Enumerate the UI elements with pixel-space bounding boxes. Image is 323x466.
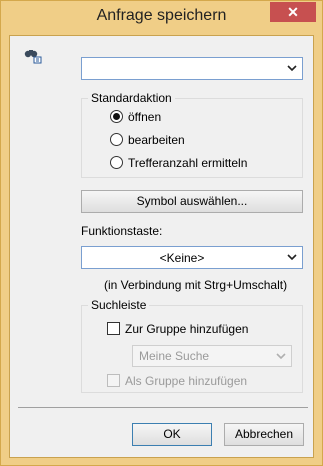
title-bar[interactable]: Anfrage speichern ✕ (1, 1, 322, 35)
function-key-combo[interactable]: <Keine> (81, 246, 303, 269)
chevron-down-icon (287, 254, 297, 261)
radio-oeffnen[interactable]: öffnen (110, 109, 290, 125)
dialog-window: Anfrage speichern ✕ Standardaktion öffne… (0, 0, 323, 466)
select-symbol-button[interactable]: Symbol auswählen... (81, 190, 303, 213)
standard-action-label: Standardaktion (88, 91, 175, 105)
function-key-value: <Keine> (159, 251, 205, 265)
radio-bearbeiten-label: bearbeiten (128, 133, 185, 147)
add-to-group-label: Zur Gruppe hinzufügen (125, 322, 249, 336)
add-as-group-checkbox[interactable]: Als Gruppe hinzufügen (107, 373, 287, 389)
radio-button[interactable] (110, 110, 123, 123)
chevron-down-icon (276, 353, 286, 360)
binoculars-library-icon (24, 50, 42, 64)
checkbox[interactable] (107, 322, 120, 335)
radio-oeffnen-label: öffnen (128, 110, 162, 124)
separator (18, 407, 308, 408)
query-name-combo[interactable] (81, 57, 303, 80)
radio-bearbeiten[interactable]: bearbeiten (110, 132, 290, 148)
add-to-group-checkbox[interactable]: Zur Gruppe hinzufügen (107, 321, 287, 337)
add-as-group-label: Als Gruppe hinzufügen (125, 374, 248, 388)
search-bar-label: Suchleiste (88, 298, 150, 312)
dialog-body: Standardaktion öffnen bearbeiten Treffer… (9, 35, 314, 458)
group-select-value: Meine Suche (139, 349, 210, 363)
group-select-combo[interactable]: Meine Suche (132, 345, 292, 367)
radio-button[interactable] (110, 156, 123, 169)
radio-trefferanzahl[interactable]: Trefferanzahl ermitteln (110, 155, 290, 171)
radio-button[interactable] (110, 133, 123, 146)
checkbox[interactable] (107, 374, 120, 387)
function-key-hint: (in Verbindung mit Strg+Umschalt) (104, 278, 288, 292)
close-icon: ✕ (287, 4, 299, 20)
radio-trefferanzahl-label: Trefferanzahl ermitteln (128, 156, 248, 170)
cancel-button[interactable]: Abbrechen (224, 423, 304, 446)
chevron-down-icon (287, 65, 297, 72)
function-key-label: Funktionstaste: (81, 224, 163, 238)
ok-button[interactable]: OK (132, 423, 212, 446)
close-button[interactable]: ✕ (270, 2, 316, 22)
